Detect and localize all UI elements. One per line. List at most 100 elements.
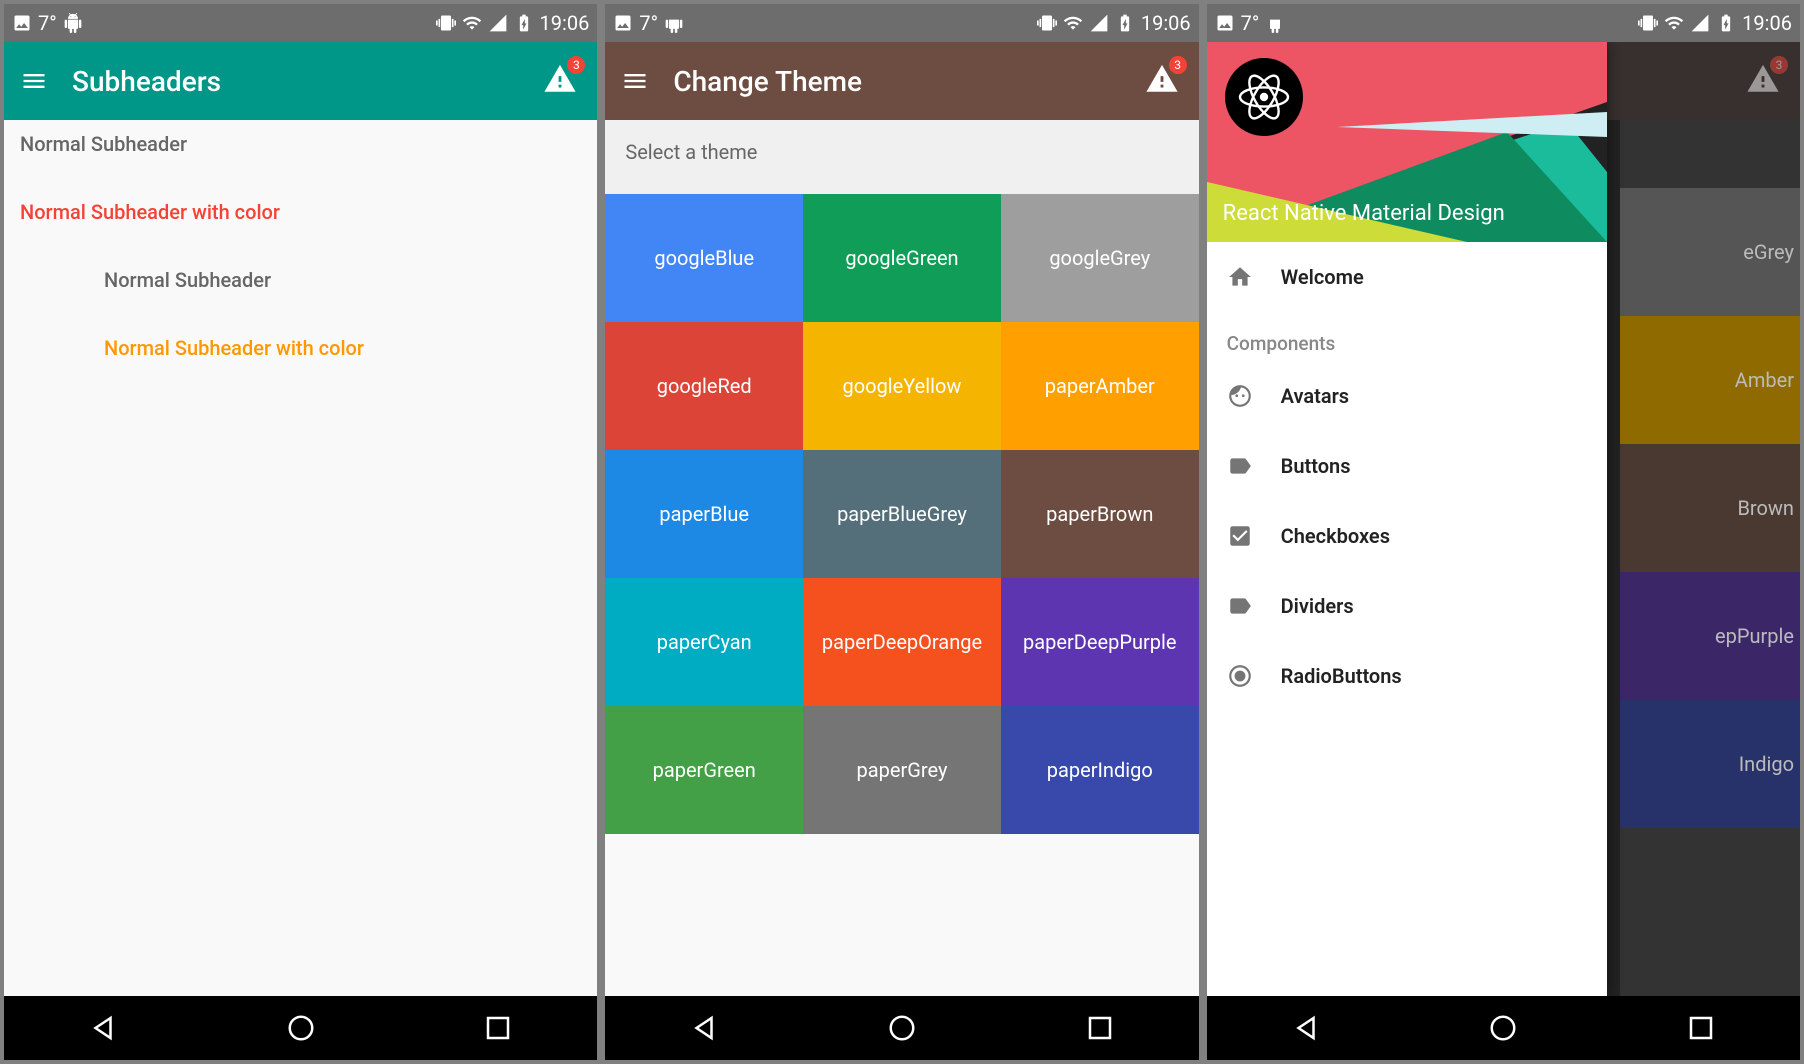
image-icon [1215,13,1235,33]
behind-theme-epPurple: epPurple [1620,572,1800,700]
nav-bar [605,996,1198,1060]
theme-paperCyan[interactable]: paperCyan [605,578,803,706]
app-bar: Change Theme 3 [605,42,1198,120]
react-logo [1225,58,1303,136]
battery-icon [1115,13,1135,33]
android-icon [63,13,83,33]
recent-button[interactable] [483,1013,513,1043]
back-button[interactable] [88,1013,118,1043]
temp-label: 7° [1241,11,1260,35]
label-icon [1227,453,1253,479]
status-bar: 7° 19:06 [4,4,597,42]
menu-button[interactable] [621,67,649,95]
drawer-section-components: Components [1207,312,1607,361]
theme-grid: googleBluegoogleGreengoogleGrey googleRed… [605,194,1198,834]
time-label: 19:06 [1141,11,1191,35]
drawer-item-label: Checkboxes [1281,524,1390,548]
theme-paperGrey[interactable]: paperGrey [803,706,1001,834]
back-button[interactable] [689,1013,719,1043]
radio-icon [1227,663,1253,689]
wifi-icon [1063,13,1083,33]
label-icon [1227,593,1253,619]
theme-googleGreen[interactable]: googleGreen [803,194,1001,322]
behind-theme-Indigo: Indigo [1620,700,1800,828]
status-right: 19:06 [436,11,590,35]
back-button[interactable] [1291,1013,1321,1043]
select-theme-label: Select a theme [605,120,1198,194]
home-button[interactable] [286,1013,316,1043]
vibrate-icon [1638,13,1658,33]
android-icon [1265,13,1285,33]
app-bar: Subheaders 3 [4,42,597,120]
checkbox-icon [1227,523,1253,549]
drawer-item-radiobuttons[interactable]: RadioButtons [1207,641,1607,711]
drawer-item-dividers[interactable]: Dividers [1207,571,1607,641]
subheader-color-red: Normal Subheader with color [4,188,597,236]
behind-theme-eGrey: eGrey [1620,188,1800,316]
status-bar: 7° 19:06 [1207,4,1800,42]
behind-theme-Amber: Amber [1620,316,1800,444]
drawer-item-avatars[interactable]: Avatars [1207,361,1607,431]
badge-count: 3 [1169,56,1187,74]
theme-paperGreen[interactable]: paperGreen [605,706,803,834]
warning-badge[interactable]: 3 [1746,62,1780,100]
subheader-inset-color: Normal Subheader with color [4,324,597,372]
status-right: 19:06 [1037,11,1191,35]
menu-button[interactable] [20,67,48,95]
theme-paperDeepOrange[interactable]: paperDeepOrange [803,578,1001,706]
theme-googleYellow[interactable]: googleYellow [803,322,1001,450]
warning-badge[interactable]: 3 [1145,62,1179,100]
theme-paperBrown[interactable]: paperBrown [1001,450,1199,578]
theme-paperBlue[interactable]: paperBlue [605,450,803,578]
nav-bar [4,996,597,1060]
content-area: 3 eGreyAmberBrownepPurpleIndigo [1207,42,1800,996]
theme-paperAmber[interactable]: paperAmber [1001,322,1199,450]
theme-googleRed[interactable]: googleRed [605,322,803,450]
navigation-drawer: React Native Material Design Welcome Com… [1207,42,1607,996]
vibrate-icon [436,13,456,33]
phone-1: 7° 19:06 Subheaders 3 Normal Subheader N… [4,4,597,1060]
behind-grid: eGreyAmberBrownepPurpleIndigo [1620,120,1800,996]
status-right: 19:06 [1638,11,1792,35]
status-bar: 7° 19:06 [605,4,1198,42]
drawer-item-label: Buttons [1281,454,1351,478]
wifi-icon [1664,13,1684,33]
time-label: 19:06 [1742,11,1792,35]
theme-googleGrey[interactable]: googleGrey [1001,194,1199,322]
status-left: 7° [1215,11,1286,35]
image-icon [12,13,32,33]
drawer-item-checkboxes[interactable]: Checkboxes [1207,501,1607,571]
signal-icon [1690,13,1710,33]
android-icon [664,13,684,33]
time-label: 19:06 [540,11,590,35]
home-button[interactable] [1488,1013,1518,1043]
theme-paperDeepPurple[interactable]: paperDeepPurple [1001,578,1199,706]
phone-3: 7° 19:06 3 eGreyAmberBrownepPurpleIndigo [1207,4,1800,1060]
theme-googleBlue[interactable]: googleBlue [605,194,803,322]
signal-icon [488,13,508,33]
subheader-normal: Normal Subheader [4,120,597,168]
recent-button[interactable] [1686,1013,1716,1043]
behind-theme-Brown: Brown [1620,444,1800,572]
warning-badge[interactable]: 3 [543,62,577,100]
phone-2: 7° 19:06 Change Theme 3 Select a theme g… [605,4,1198,1060]
image-icon [613,13,633,33]
drawer-item-label: Avatars [1281,384,1349,408]
home-button[interactable] [887,1013,917,1043]
content-area: Select a theme googleBluegoogleGreengoog… [605,120,1198,996]
drawer-item-label: Welcome [1281,265,1364,289]
vibrate-icon [1037,13,1057,33]
battery-icon [1716,13,1736,33]
drawer-item-buttons[interactable]: Buttons [1207,431,1607,501]
app-title: Change Theme [673,65,862,98]
theme-paperIndigo[interactable]: paperIndigo [1001,706,1199,834]
signal-icon [1089,13,1109,33]
drawer-item-welcome[interactable]: Welcome [1207,242,1607,312]
theme-paperBlueGrey[interactable]: paperBlueGrey [803,450,1001,578]
app-title: Subheaders [72,65,221,98]
subheader-inset: Normal Subheader [4,256,597,304]
badge-count: 3 [567,56,585,74]
recent-button[interactable] [1085,1013,1115,1043]
drawer-item-label: RadioButtons [1281,664,1402,688]
drawer-item-label: Dividers [1281,594,1354,618]
